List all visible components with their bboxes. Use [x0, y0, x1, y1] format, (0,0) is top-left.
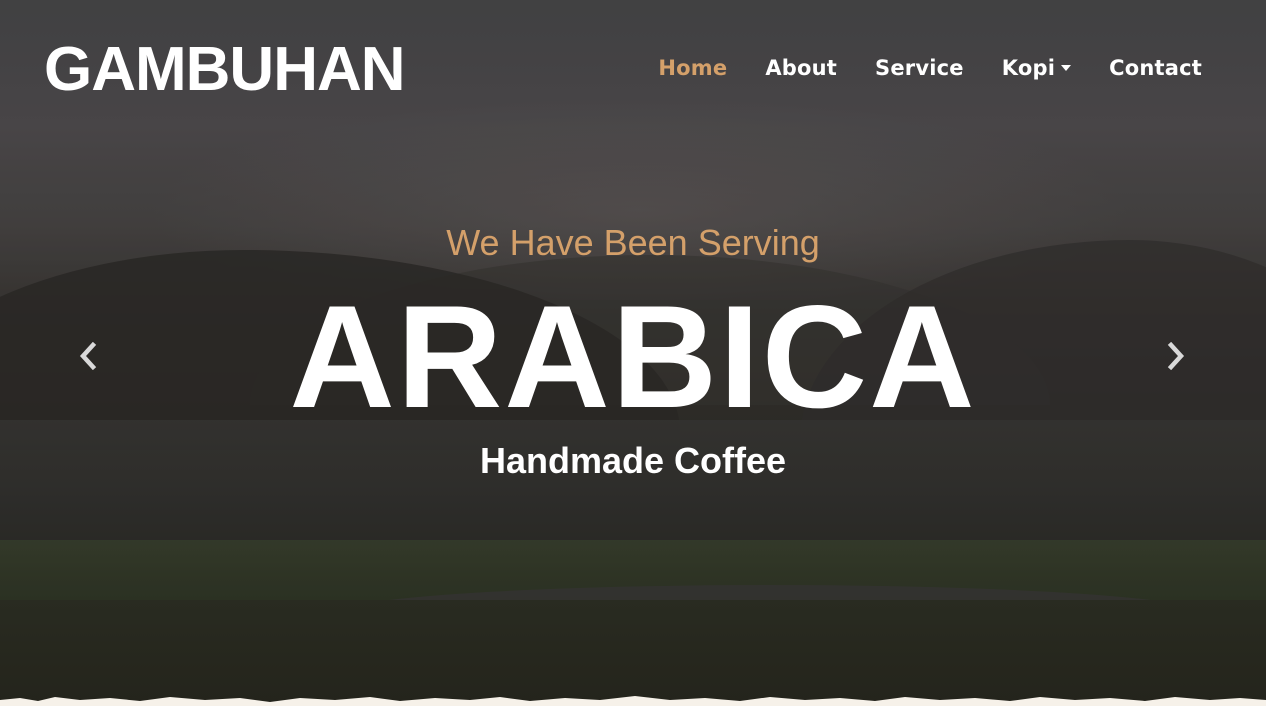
hero-tagline: Handmade Coffee — [479, 440, 787, 481]
chevron-left-icon — [79, 342, 97, 370]
carousel-caption: We Have Been Serving ARABICA Handmade Co… — [0, 0, 1266, 706]
hero-headline: ARABICA — [289, 275, 977, 438]
carousel-next-button[interactable] — [1156, 336, 1196, 376]
carousel-prev-button[interactable] — [68, 336, 108, 376]
chevron-right-icon — [1167, 342, 1185, 370]
hero-subtitle: We Have Been Serving — [446, 222, 820, 263]
hero-carousel: GAMBUHAN Home About Service Kopi Contact… — [0, 0, 1266, 706]
